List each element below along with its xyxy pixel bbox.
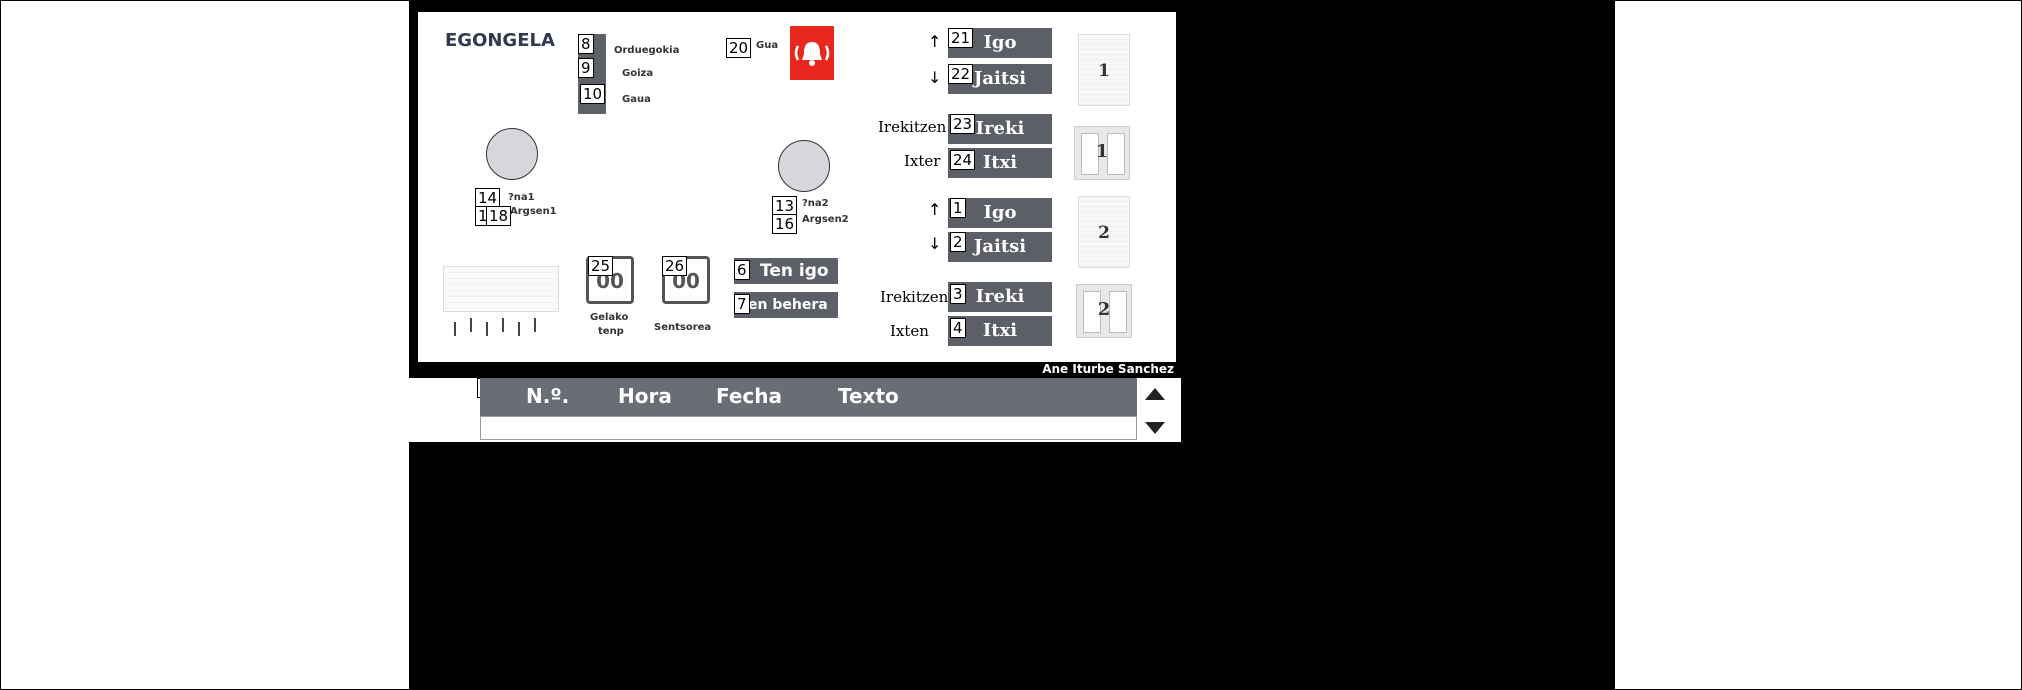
tag-marker: 4 [950,318,966,338]
tag-marker: 7 [734,294,750,314]
tag-marker: 23 [950,114,976,134]
tag-marker: 14 [475,188,501,208]
arrow-down-icon: ↓ [928,234,942,253]
alarm-bell-icon [794,42,830,66]
blind-2-shutter-icon: 2 [1078,196,1130,268]
tag-marker: 16 [772,214,798,234]
tag-marker: 6 [734,260,750,280]
column-fecha[interactable]: Fecha [716,384,782,408]
alarm-label: Gua [756,40,779,51]
light-1-sensor: Argsen1 [510,206,557,217]
tag-marker: 8 [578,34,594,54]
alarm-table: 5 N.º. Hora Fecha Texto [409,378,1181,442]
blind-1-number: 1 [1098,61,1110,81]
column-number[interactable]: N.º. [526,384,569,408]
author-label: Ane Iturbe Sanchez [1042,362,1174,376]
blind-2-number: 2 [1098,223,1110,243]
tag-marker: 25 [588,256,614,276]
alarm-table-header: N.º. Hora Fecha Texto [480,378,1137,416]
alarm-bell-button[interactable] [790,26,834,80]
mode-option-orduegokia[interactable]: Orduegokia [614,45,679,56]
window-1-icon: 1 [1074,126,1130,180]
tag-marker: 1 [950,198,966,218]
window-1-closing-status: Ixter [904,152,941,170]
room-title: EGONGELA [445,30,555,51]
arrow-down-icon: ↓ [928,68,942,87]
light-2-sensor: Argsen2 [802,214,849,225]
light-2-status: ?na2 [802,198,829,209]
window-2-closing-status: Ixten [890,322,929,340]
arrow-up-icon: ↑ [928,32,942,51]
window-2-icon: 2 [1076,284,1132,338]
window-2-opening-status: Irekitzen [880,288,949,306]
tag-marker: 20 [726,38,752,58]
light-2-indicator[interactable] [778,140,830,192]
room-temp-label-1: Gelako [590,312,629,323]
room-temp-label-2: tenp [598,326,624,337]
airflow-icon [454,322,456,336]
tag-marker: 9 [578,58,594,78]
mode-option-gaua[interactable]: Gaua [622,94,651,105]
airflow-icon [534,318,536,332]
temp-down-button[interactable]: en behera [734,292,838,318]
blind-1-shutter-icon: 1 [1078,34,1130,106]
tag-marker: 10 [580,84,606,104]
tag-marker: 13 [772,196,798,216]
airflow-icon [518,322,520,336]
tag-marker: 26 [662,256,688,276]
window-2-number: 2 [1097,299,1111,320]
window-1-opening-status: Irekitzen [878,118,947,136]
tag-marker: 3 [950,284,966,304]
arrow-up-icon: ↑ [928,200,942,219]
light-1-status: ?na1 [508,192,535,203]
light-1-indicator[interactable] [486,128,538,180]
column-hora[interactable]: Hora [618,384,672,408]
alarm-table-body[interactable] [480,416,1137,440]
tag-marker: 18 [486,206,512,226]
mode-option-goiza[interactable]: Goiza [622,68,653,79]
window-1-number: 1 [1095,141,1109,162]
airflow-icon [502,318,504,332]
tag-marker: 21 [948,28,974,48]
airflow-icon [470,318,472,332]
air-conditioner-icon [443,266,559,312]
temp-up-button[interactable]: Ten igo [734,258,838,284]
tag-marker: 22 [948,64,974,84]
scroll-down-icon[interactable] [1145,422,1165,434]
airflow-icon [486,322,488,336]
column-texto[interactable]: Texto [838,384,899,408]
sensor-label: Sentsorea [654,322,712,333]
scroll-up-icon[interactable] [1145,388,1165,400]
tag-marker: 24 [950,150,976,170]
tag-marker: 2 [950,232,966,252]
